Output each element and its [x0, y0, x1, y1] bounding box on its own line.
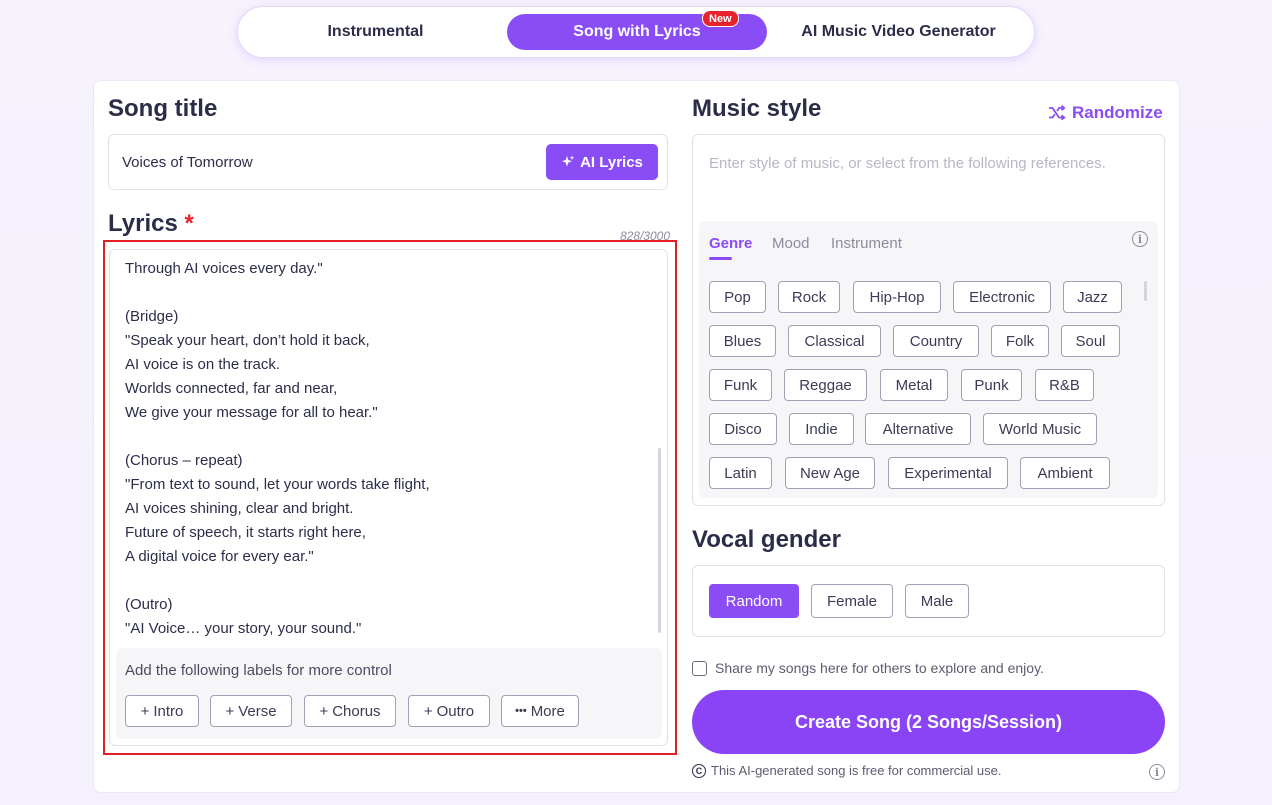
commercial-note: C This AI-generated song is free for com… [692, 763, 1001, 778]
genre-chip[interactable]: Punk [961, 369, 1022, 401]
plus-icon: + [140, 702, 150, 720]
genre-chip[interactable]: Ambient [1020, 457, 1110, 489]
plus-icon: + [423, 702, 433, 720]
label-chorus-button[interactable]: + Chorus [304, 695, 396, 727]
genre-chip[interactable]: Funk [709, 369, 772, 401]
new-badge: New [702, 10, 739, 27]
genre-chip[interactable]: Jazz [1063, 281, 1122, 313]
genre-chip[interactable]: Alternative [865, 413, 971, 445]
song-title-heading: Song title [108, 95, 218, 122]
ref-tab-underline [709, 257, 732, 260]
commercial-note-text: This AI-generated song is free for comme… [711, 763, 1002, 778]
label-more-button[interactable]: ••• More [501, 695, 579, 727]
mode-tab-bar: Instrumental Song with Lyrics AI Music V… [237, 6, 1035, 58]
share-checkbox[interactable] [692, 660, 707, 676]
required-mark: * [184, 210, 194, 237]
genre-chip[interactable]: Classical [788, 325, 881, 357]
lyrics-text[interactable]: Through AI voices every day." (Bridge) "… [125, 257, 645, 641]
vocal-gender-heading: Vocal gender [692, 526, 841, 553]
plus-icon: + [319, 702, 329, 720]
genre-chip[interactable]: World Music [983, 413, 1097, 445]
randomize-button[interactable]: Randomize [1048, 101, 1163, 125]
lyrics-scrollbar[interactable] [658, 448, 661, 633]
reference-panel: Genre Mood Instrument i Pop Rock Hip-Hop… [699, 221, 1158, 498]
genre-chip[interactable]: Metal [880, 369, 948, 401]
ai-lyrics-label: AI Lyrics [580, 153, 643, 171]
tab-instrumental[interactable]: Instrumental [248, 14, 503, 50]
tab-ai-music-video-generator[interactable]: AI Music Video Generator [771, 14, 1026, 50]
labels-hint: Add the following labels for more contro… [125, 662, 392, 679]
randomize-label: Randomize [1072, 103, 1163, 122]
genre-chip[interactable]: Latin [709, 457, 772, 489]
genre-chip[interactable]: Electronic [953, 281, 1051, 313]
label-outro-button[interactable]: + Outro [408, 695, 490, 727]
label-outro-text: Outro [436, 702, 475, 720]
genre-scrollbar[interactable] [1144, 281, 1147, 301]
music-style-field[interactable]: Enter style of music, or select from the… [692, 134, 1165, 506]
label-verse-button[interactable]: + Verse [210, 695, 292, 727]
create-song-button[interactable]: Create Song (2 Songs/Session) [692, 690, 1165, 754]
copyright-icon: C [692, 763, 706, 778]
gender-random-button[interactable]: Random [709, 584, 799, 618]
genre-chip[interactable]: R&B [1035, 369, 1094, 401]
share-row[interactable]: Share my songs here for others to explor… [692, 660, 1044, 676]
ref-tab-instrument[interactable]: Instrument [831, 235, 902, 252]
genre-chip[interactable]: Disco [709, 413, 777, 445]
genre-chip[interactable]: Reggae [784, 369, 867, 401]
sparkle-icon [562, 155, 575, 167]
song-title-field: AI Lyrics [108, 134, 668, 190]
lyrics-heading-text: Lyrics [108, 210, 178, 237]
label-more-text: More [530, 702, 565, 720]
genre-chip[interactable]: Blues [709, 325, 776, 357]
ref-tab-mood[interactable]: Mood [772, 235, 810, 252]
labels-panel: Add the following labels for more contro… [116, 648, 662, 739]
info-icon[interactable]: i [1149, 764, 1165, 780]
label-intro-button[interactable]: + Intro [125, 695, 199, 727]
music-style-heading: Music style [692, 95, 822, 122]
ref-tab-genre[interactable]: Genre [709, 235, 752, 252]
gender-female-button[interactable]: Female [811, 584, 893, 618]
lyrics-textarea[interactable]: Through AI voices every day." (Bridge) "… [109, 249, 668, 746]
genre-chip[interactable]: Folk [991, 325, 1049, 357]
lyrics-heading: Lyrics * [108, 210, 194, 238]
share-label: Share my songs here for others to explor… [715, 660, 1044, 676]
plus-icon: + [225, 702, 235, 720]
info-icon[interactable]: i [1132, 231, 1148, 247]
gender-male-button[interactable]: Male [905, 584, 969, 618]
genre-chip[interactable]: New Age [785, 457, 875, 489]
label-verse-text: Verse [238, 702, 277, 720]
genre-chip[interactable]: Country [893, 325, 979, 357]
ai-lyrics-button[interactable]: AI Lyrics [546, 144, 658, 180]
vocal-gender-field: Random Female Male [692, 565, 1165, 637]
genre-chip[interactable]: Experimental [888, 457, 1008, 489]
ellipsis-icon: ••• [515, 705, 527, 717]
genre-chip[interactable]: Soul [1061, 325, 1120, 357]
genre-chip[interactable]: Rock [778, 281, 840, 313]
label-chorus-text: Chorus [332, 702, 381, 720]
music-style-placeholder: Enter style of music, or select from the… [709, 155, 1106, 172]
genre-chip[interactable]: Hip-Hop [853, 281, 941, 313]
genre-chip[interactable]: Indie [789, 413, 854, 445]
song-title-input[interactable] [122, 151, 522, 173]
label-intro-text: Intro [153, 702, 184, 720]
shuffle-icon [1049, 105, 1066, 121]
genre-chip[interactable]: Pop [709, 281, 766, 313]
